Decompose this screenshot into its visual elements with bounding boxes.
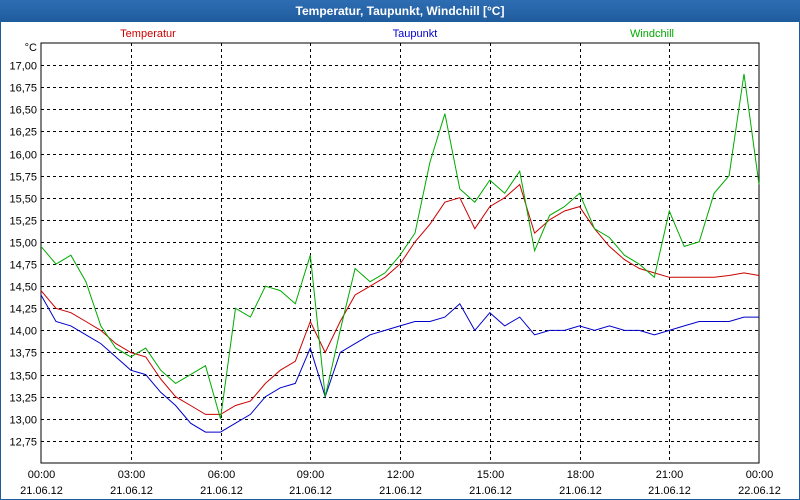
x-tick-date: 21.06.12: [20, 485, 63, 497]
y-tick-label: 13,00: [9, 415, 37, 427]
x-tick-time: 00:00: [746, 469, 774, 481]
x-tick-date: 21.06.12: [648, 485, 691, 497]
x-tick-date: 21.06.12: [289, 485, 332, 497]
y-tick-label: 14,50: [9, 282, 37, 294]
legend-temperatur: Temperatur: [120, 28, 176, 40]
y-unit-label: °C: [25, 42, 37, 54]
x-tick-date: 21.06.12: [379, 485, 422, 497]
y-tick-label: 15,75: [9, 172, 37, 184]
chart-area: 17,00 16,75 16,50 16,25 16,00 15,75 15,50 15,25…: [1, 22, 799, 499]
y-tick-label: 13,75: [9, 348, 37, 360]
x-tick-date: 22.06.12: [738, 485, 781, 497]
y-tick-label: 14,25: [9, 304, 37, 316]
y-tick-label: 13,50: [9, 371, 37, 383]
x-tick-time: 12:00: [387, 469, 415, 481]
y-tick-label: 12,75: [9, 437, 37, 449]
y-tick-label: 15,00: [9, 238, 37, 250]
y-tick-label: 15,25: [9, 216, 37, 228]
x-tick-time: 06:00: [208, 469, 236, 481]
x-tick-time: 00:00: [28, 469, 56, 481]
y-tick-label: 13,25: [9, 393, 37, 405]
x-tick-time: 21:00: [656, 469, 684, 481]
y-tick-label: 14,75: [9, 260, 37, 272]
x-tick-time: 09:00: [297, 469, 325, 481]
x-tick-time: 18:00: [567, 469, 595, 481]
y-tick-label: 16,00: [9, 150, 37, 162]
x-tick-date: 21.06.12: [469, 485, 512, 497]
x-tick-date: 21.06.12: [110, 485, 153, 497]
y-tick-label: 17,00: [9, 61, 37, 73]
y-tick-label: 16,25: [9, 127, 37, 139]
chart-window: Temperatur, Taupunkt, Windchill [°C] 17,…: [0, 0, 800, 500]
x-tick-time: 03:00: [118, 469, 146, 481]
window-title: Temperatur, Taupunkt, Windchill [°C]: [0, 0, 800, 22]
y-tick-label: 16,50: [9, 105, 37, 117]
y-tick-label: 16,75: [9, 83, 37, 95]
y-tick-label: 15,50: [9, 194, 37, 206]
legend-taupunkt: Taupunkt: [393, 28, 438, 40]
legend-windchill: Windchill: [630, 28, 674, 40]
x-tick-date: 21.06.12: [559, 485, 602, 497]
x-tick-date: 21.06.12: [200, 485, 243, 497]
y-tick-label: 14,00: [9, 326, 37, 338]
line-chart: 17,00 16,75 16,50 16,25 16,00 15,75 15,50 15,25…: [9, 28, 781, 497]
x-tick-time: 15:00: [477, 469, 505, 481]
